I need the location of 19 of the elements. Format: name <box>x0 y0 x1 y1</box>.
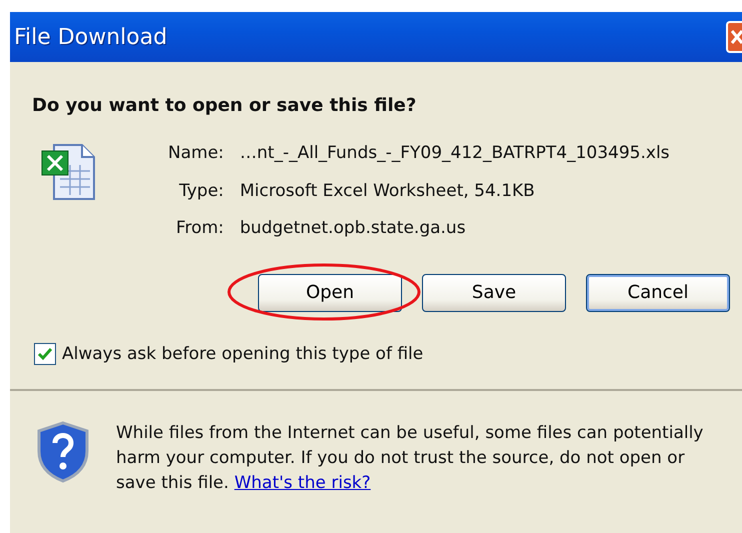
field-value: budgetnet.opb.state.ga.us <box>240 217 467 240</box>
field-value: …nt_-_All_Funds_-_FY09_412_BATRPT4_103495.xls <box>240 142 670 165</box>
checkbox-label: Always ask before opening this type of file <box>62 342 424 366</box>
dialog-button[interactable]: Open <box>258 274 402 312</box>
close-button[interactable] <box>726 21 742 53</box>
field-value: Microsoft Excel Worksheet, 54.1KB <box>240 180 536 202</box>
field-label: Type: <box>178 180 224 202</box>
window-title: File Download <box>14 24 168 52</box>
close-icon <box>730 28 742 46</box>
spreadsheet-file-icon <box>40 143 98 201</box>
dialog-button[interactable]: Save <box>422 274 566 312</box>
field-label: Name: <box>168 142 224 165</box>
field-label: From: <box>175 217 224 240</box>
warning-text: While files from the Internet can be useful, some files can potentially harm your computer. If you do not trust the source, do not open or save this file. What's the risk? <box>116 422 704 495</box>
checkbox[interactable] <box>34 343 56 366</box>
dialog-button[interactable]: Cancel <box>586 274 730 312</box>
risk-link[interactable]: What's the risk? <box>234 473 371 493</box>
question-heading: Do you want to open or save this file? <box>32 94 418 118</box>
shield-question-icon <box>36 421 90 483</box>
